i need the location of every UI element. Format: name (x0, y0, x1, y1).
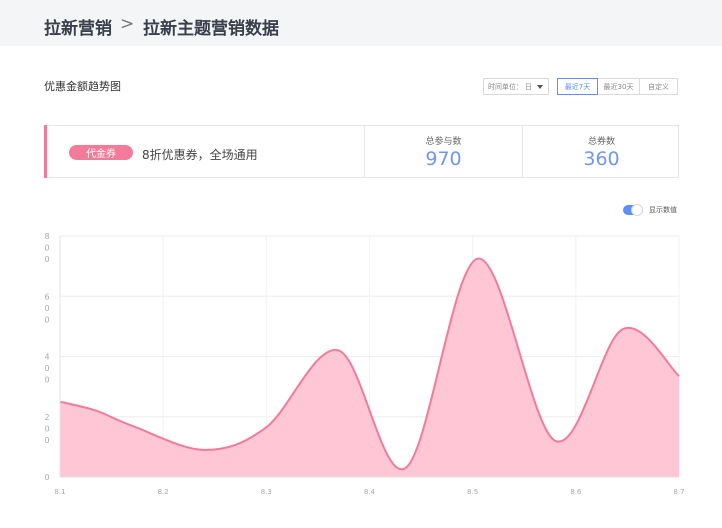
x-tick-label: 8.4 (364, 488, 376, 496)
coupon-amount-trend-chart: 0 2 0 0 4 0 0 6 0 0 8 0 0 8.1 8.2 8.3 8.4 8.5 8.6 8.7 (44, 232, 684, 496)
y-tick-label: 200 (44, 413, 49, 445)
x-tick-label: 8.5 (467, 488, 478, 496)
y-tick-label: 800 (44, 232, 49, 264)
x-tick-label: 8.2 (158, 488, 169, 496)
x-tick-label: 8.6 (570, 488, 582, 496)
x-tick-label: 8.1 (54, 488, 65, 496)
y-tick-label: 600 (44, 292, 49, 324)
x-tick-label: 8.7 (673, 488, 684, 496)
y-tick-label: 0 (44, 473, 49, 482)
y-tick-label: 400 (44, 353, 49, 385)
x-tick-label: 8.3 (261, 488, 272, 496)
